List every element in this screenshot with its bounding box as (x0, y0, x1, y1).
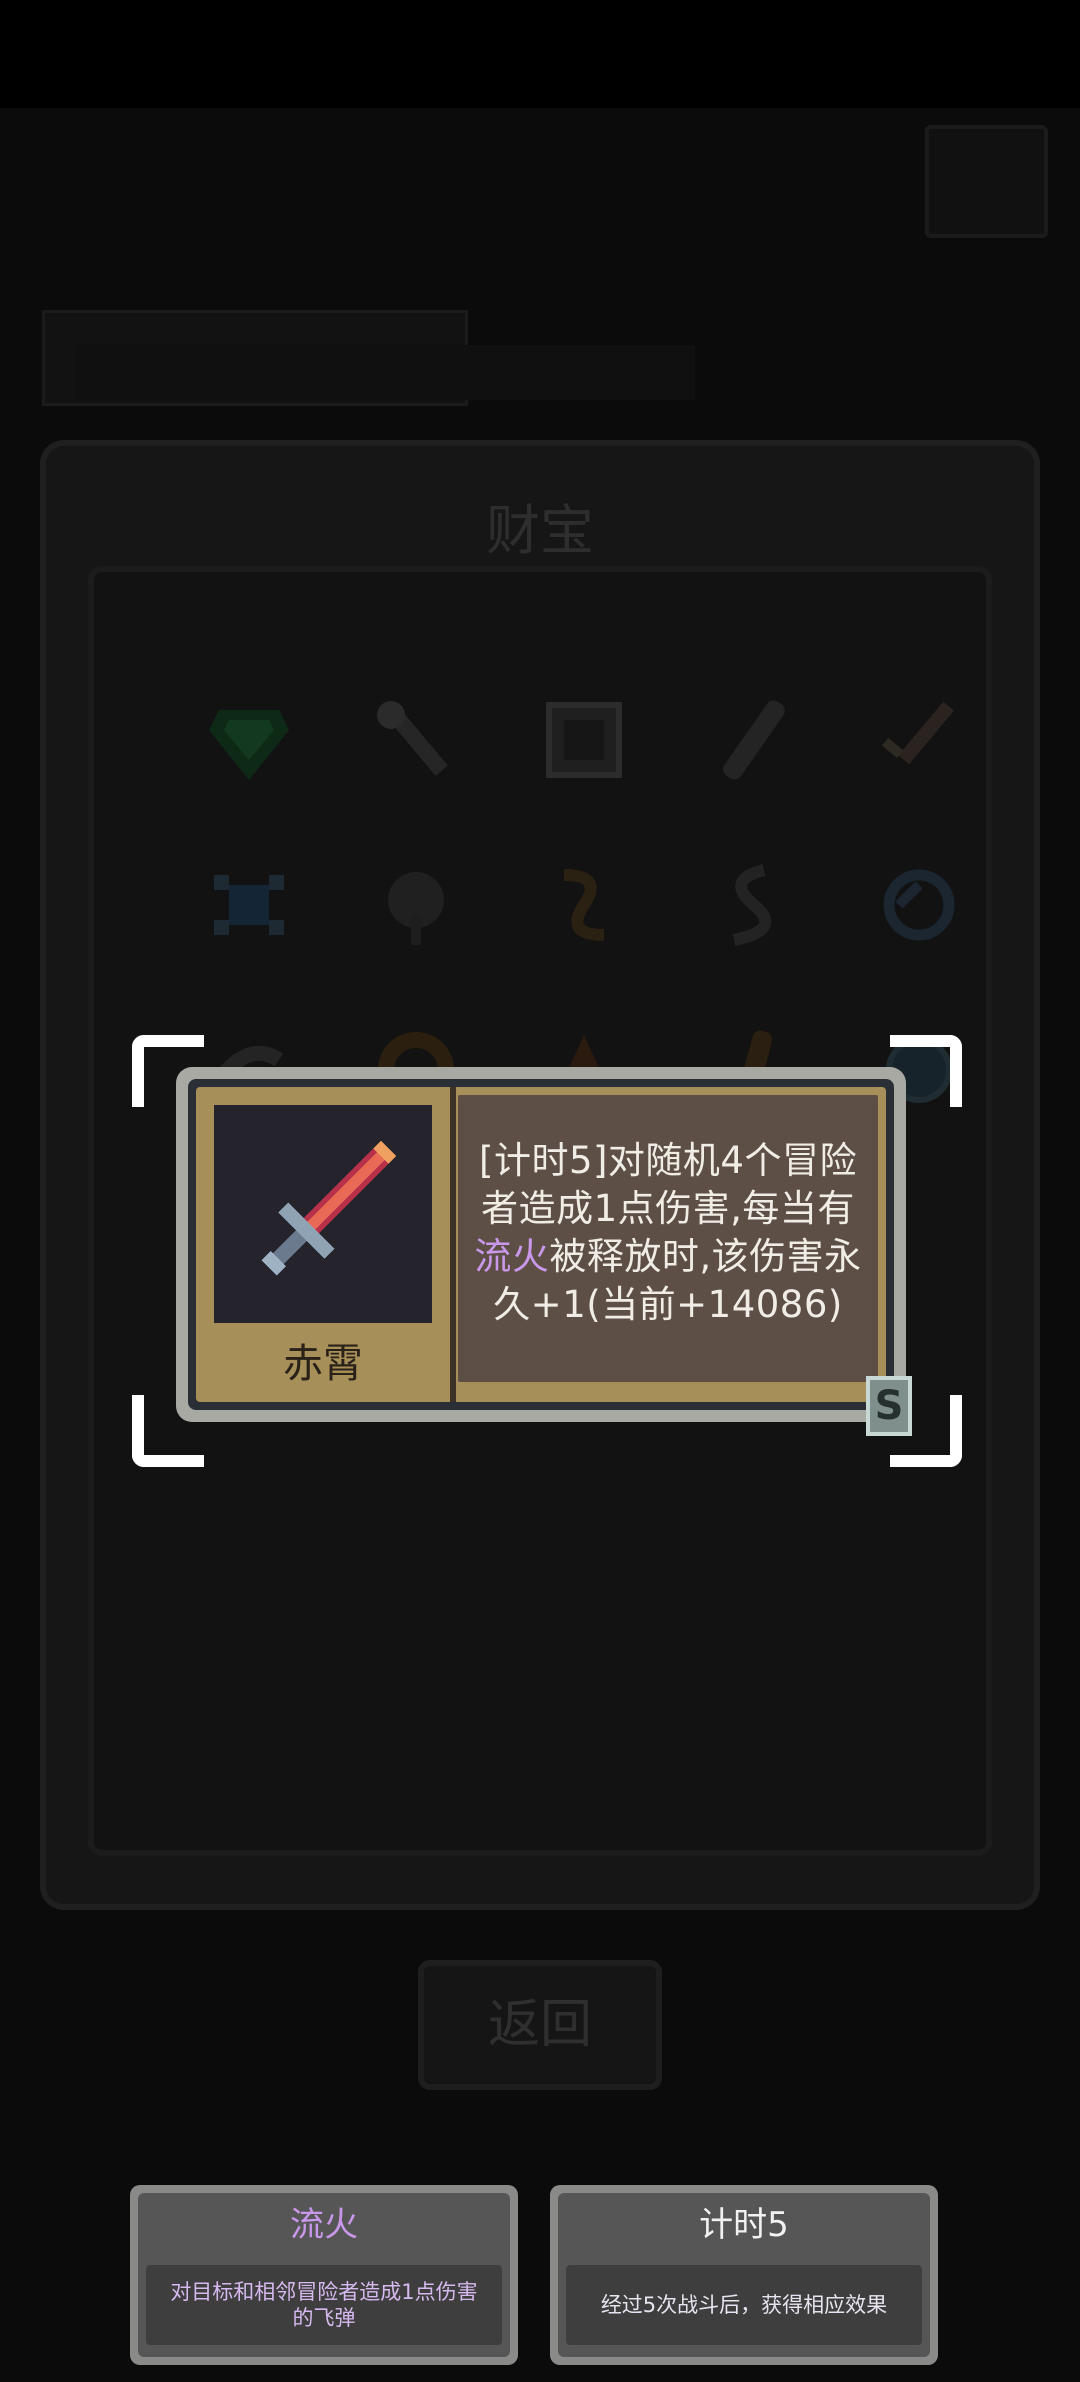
back-button[interactable]: 返回 (418, 1960, 662, 2090)
keyword-description: 对目标和相邻冒险者造成1点伤害的飞弹 (146, 2265, 502, 2345)
red-sword-icon (214, 1105, 432, 1323)
header-info-panel (75, 345, 695, 400)
keyword-title: 流火 (290, 2205, 358, 2245)
keyword-link-liuhuo[interactable]: 流火 (474, 1235, 549, 1278)
rope-icon[interactable] (534, 855, 634, 955)
item-description: [计时5]对随机4个冒险者造成1点伤害,每当有流火被释放时,该伤害永久+1(当前… (474, 1139, 862, 1326)
bone-icon[interactable] (366, 690, 466, 790)
panel-title: 财宝 (486, 499, 594, 562)
gem-icon[interactable] (199, 690, 299, 790)
rune-tablet-icon[interactable] (534, 690, 634, 790)
rarity-badge: S (866, 1376, 912, 1436)
dagger-icon[interactable] (869, 690, 969, 790)
bone-club-icon[interactable] (704, 690, 804, 790)
serpent-icon[interactable] (704, 855, 804, 955)
keyword-title: 计时5 (699, 2205, 789, 2245)
swirl-icon[interactable] (869, 855, 969, 955)
flower-icon[interactable] (366, 855, 466, 955)
keyword-description: 经过5次战斗后，获得相应效果 (566, 2265, 922, 2345)
item-description-box: [计时5]对随机4个冒险者造成1点伤害,每当有流火被释放时,该伤害永久+1(当前… (458, 1095, 878, 1382)
keyword-card-liuhuo[interactable]: 流火 对目标和相邻冒险者造成1点伤害的飞弹 (130, 2185, 518, 2365)
card-divider (450, 1087, 456, 1402)
item-name: 赤霄 (283, 1341, 363, 1387)
status-bar (0, 0, 1080, 108)
amulet-icon[interactable] (199, 855, 299, 955)
keyword-card-timer[interactable]: 计时5 经过5次战斗后，获得相应效果 (550, 2185, 938, 2365)
menu-button[interactable] (925, 125, 1048, 238)
item-detail-card: 赤霄 [计时5]对随机4个冒险者造成1点伤害,每当有流火被释放时,该伤害永久+1… (176, 1067, 912, 1436)
